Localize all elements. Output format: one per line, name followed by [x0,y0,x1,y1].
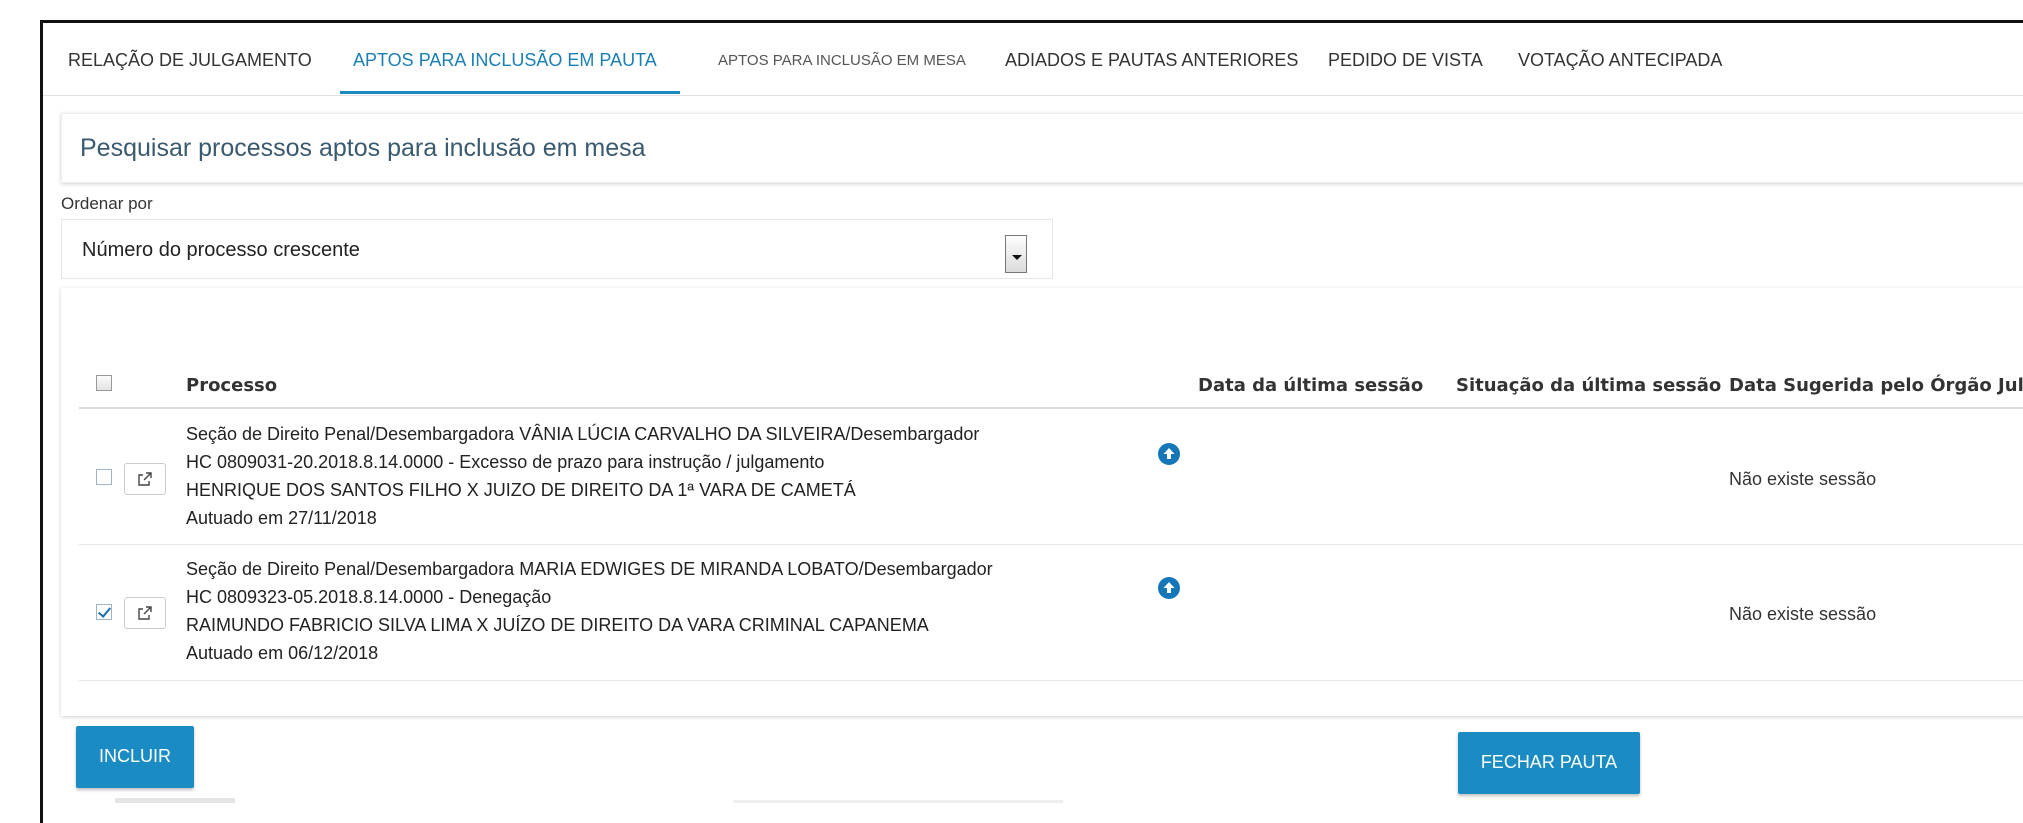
status-text: Não existe sessão [1729,469,1877,489]
tab-relacao-julgamento[interactable]: RELAÇÃO DE JULGAMENTO [68,50,312,71]
tab-aptos-mesa[interactable]: APTOS PARA INCLUSÃO EM MESA [718,52,966,69]
process-orgao: Seção de Direito Penal/Desembargadora VÂ… [186,424,980,444]
process-number: HC 0809323-05.2018.8.14.0000 - Denegação [186,587,552,607]
external-link-icon [138,472,152,486]
external-link-icon [138,606,152,620]
process-autuado: Autuado em 27/11/2018 [186,508,377,528]
process-parties: RAIMUNDO FABRICIO SILVA LIMA X JUÍZO DE … [186,615,929,635]
incluir-button[interactable]: INCLUIR [76,726,194,788]
select-all-checkbox[interactable] [96,375,112,391]
tab-votacao-antecipada[interactable]: VOTAÇÃO ANTECIPADA [1518,50,1722,71]
process-table: Processo Data da última sessão Situação … [61,288,2023,716]
process-autuado: Autuado em 06/12/2018 [186,643,379,663]
row-divider [79,680,2023,681]
chevron-down-icon[interactable] [1005,235,1027,273]
fechar-pauta-button-label: FECHAR PAUTA [1480,752,1618,772]
incluir-button-label: INCLUIR [98,746,171,766]
header-processo: Processo [186,375,278,396]
row-checkbox[interactable] [96,469,112,485]
order-selected-value: Número do processo crescente [82,239,360,261]
process-parties: HENRIQUE DOS SANTOS FILHO X JUIZO DE DIR… [186,480,856,500]
row-checkbox[interactable] [96,604,112,620]
header-divider [79,407,2023,409]
status-text: Não existe sessão [1729,604,1877,624]
arrow-up-circle-icon[interactable] [1158,577,1180,599]
fechar-pauta-button[interactable]: FECHAR PAUTA [1458,732,1640,794]
tab-bar: RELAÇÃO DE JULGAMENTO APTOS PARA INCLUSÃ… [43,23,2023,96]
header-data-sugerida: Data Sugerida pelo Órgão Julgador [1729,375,2023,396]
open-process-button[interactable] [124,463,166,495]
active-tab-indicator [340,91,680,94]
header-data-ultima-sessao: Data da última sessão [1198,375,1424,396]
row-divider [79,544,2023,545]
search-panel: Pesquisar processos aptos para inclusão … [61,113,2023,183]
open-process-button[interactable] [124,597,166,629]
tab-pedido-vista[interactable]: PEDIDO DE VISTA [1328,50,1483,71]
header-situacao: Situação da última sessão [1456,375,1722,396]
order-select[interactable]: Número do processo crescente [61,219,1053,279]
app-frame: RELAÇÃO DE JULGAMENTO APTOS PARA INCLUSÃ… [40,20,2023,823]
arrow-up-circle-icon[interactable] [1158,443,1180,465]
tab-aptos-pauta[interactable]: APTOS PARA INCLUSÃO EM PAUTA [353,50,657,71]
button-shadow [115,798,235,803]
search-title: Pesquisar processos aptos para inclusão … [80,134,646,162]
tab-adiados-pautas[interactable]: ADIADOS E PAUTAS ANTERIORES [1005,50,1298,71]
process-number: HC 0809031-20.2018.8.14.0000 - Excesso d… [186,452,825,472]
process-orgao: Seção de Direito Penal/Desembargadora MA… [186,559,993,579]
order-label: Ordenar por [61,194,153,213]
